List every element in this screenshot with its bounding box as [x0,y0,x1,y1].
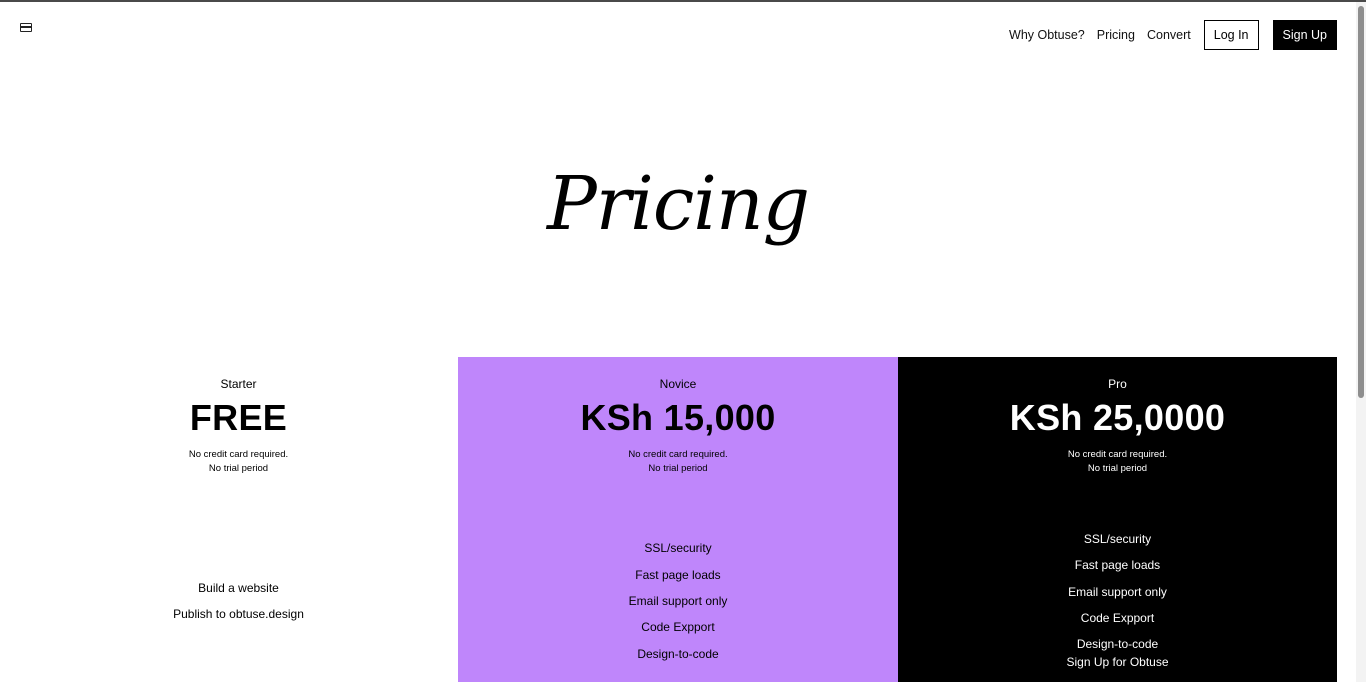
plan-card-pro: Pro KSh 25,0000 No credit card required.… [898,357,1337,682]
plan-feature: Code Expport [1080,611,1155,625]
plan-feature: Fast page loads [1074,558,1161,572]
nav-convert[interactable]: Convert [1147,20,1191,50]
plan-name: Pro [1108,377,1127,391]
login-button[interactable]: Log In [1203,20,1259,50]
card-icon[interactable] [20,23,32,32]
scrollbar-thumb[interactable] [1358,6,1364,398]
window-top-border [0,0,1366,2]
nav-why-obtuse[interactable]: Why Obtuse? [1009,20,1085,50]
plan-feature: SSL/security [1083,532,1152,546]
plan-price: KSh 15,000 [580,397,776,438]
top-nav: Why Obtuse? Pricing Convert Log In Sign … [997,20,1337,50]
plan-card-starter: Starter FREE No credit card required. No… [19,357,458,682]
plan-note: No trial period [208,463,269,474]
plan-feature: Code Expport [641,620,715,634]
plan-price: FREE [189,397,288,438]
scrollbar[interactable] [1356,2,1366,682]
plan-feature: Publish to obtuse.design [173,607,304,621]
plan-feature: SSL/security [644,541,712,555]
plan-feature: Design-to-code [1076,637,1159,651]
plan-note: No trial period [648,463,708,474]
plan-feature: Build a website [198,581,279,595]
plan-feature: Design-to-code [637,647,719,661]
signup-button[interactable]: Sign Up [1272,20,1337,50]
plan-name: Novice [659,377,697,391]
plan-card-novice: Novice KSh 15,000 No credit card require… [458,357,898,682]
plan-note: No trial period [1087,463,1148,474]
plan-feature: Email support only [1068,585,1167,599]
page-title: Pricing [547,161,810,247]
plan-name: Starter [220,377,257,391]
plan-price: KSh 25,0000 [1009,397,1226,438]
plan-note: No credit card required. [628,449,728,460]
plan-signup-link[interactable]: Sign Up for Obtuse [898,654,1337,670]
plan-feature: Email support only [628,594,728,608]
plan-feature: Fast page loads [635,568,721,582]
plan-note: No credit card required. [1067,449,1168,460]
plan-note: No credit card required. [188,449,289,460]
nav-pricing[interactable]: Pricing [1097,20,1135,50]
